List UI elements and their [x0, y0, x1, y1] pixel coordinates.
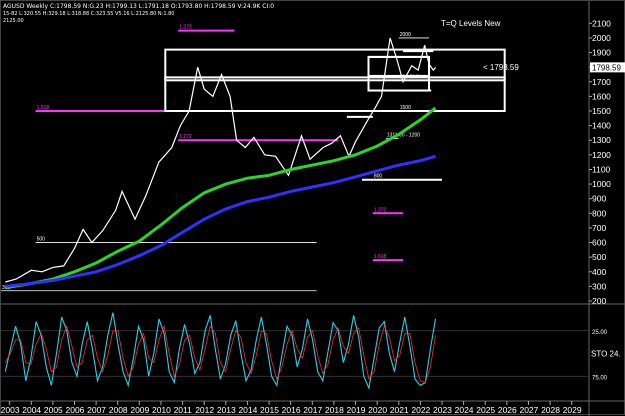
- x-tick-label: 2023: [433, 405, 452, 415]
- x-tick-label: 2014: [238, 405, 257, 415]
- series-line: [5, 37, 436, 283]
- y-tick-label: 800: [592, 208, 606, 218]
- level-label: 1.272: [374, 207, 387, 213]
- x-tick-label: 2018: [325, 405, 344, 415]
- y-tick-label: 1200: [592, 150, 611, 160]
- series-line: [5, 106, 437, 290]
- price-tag-text: 1798.59: [592, 63, 621, 72]
- osc-value-label: STO 24.: [591, 350, 621, 359]
- y-tick-label: 1100: [592, 164, 611, 174]
- x-tick-label: 2015: [260, 405, 279, 415]
- x-tick-label: 2007: [87, 405, 106, 415]
- y-tick-label: 1900: [592, 48, 611, 58]
- y-tick-label: 1000: [592, 179, 611, 189]
- chart-window: AGUSD Weekly C:1798.59 N:G.23 H:1799.13 …: [0, 0, 625, 416]
- y-tick-label: 1500: [592, 106, 611, 116]
- y-tick-label: 400: [592, 267, 606, 277]
- y-tick-label: 300: [592, 281, 606, 291]
- current-price-label: < 1798.59: [483, 63, 519, 72]
- x-tick-label: 2024: [455, 405, 474, 415]
- x-tick-label: 2029: [563, 405, 582, 415]
- y-tick-label: 2000: [592, 33, 611, 43]
- x-tick-label: 2010: [152, 405, 171, 415]
- y-tick-label: 500: [592, 252, 606, 262]
- osc-tick-label: 75.00: [592, 375, 608, 381]
- level-label: 2000: [400, 32, 411, 38]
- x-tick-label: 2012: [195, 405, 214, 415]
- chart-title: T=Q Levels New: [441, 19, 501, 28]
- level-box: [164, 76, 506, 82]
- y-tick-label: 200: [592, 296, 606, 306]
- y-tick-label: 1300: [592, 135, 611, 145]
- x-tick-label: 2006: [66, 405, 85, 415]
- grid-layer: [1, 1, 625, 416]
- y-tick-label: 1400: [592, 121, 611, 131]
- level-label: 1.272: [179, 25, 192, 31]
- x-tick-label: 2027: [519, 405, 538, 415]
- chart-svg: 1.2721.6181.2721.2721.6188001311.60 - 12…: [1, 1, 625, 416]
- x-tick-label: 2020: [368, 405, 387, 415]
- y-tick-label: 700: [592, 223, 606, 233]
- x-tick-label: 2017: [303, 405, 322, 415]
- x-tick-label: 2013: [217, 405, 236, 415]
- x-tick-label: 2004: [22, 405, 41, 415]
- osc-tick-label: 25.00: [592, 330, 608, 336]
- x-tick-label: 2005: [44, 405, 63, 415]
- x-tick-label: 2026: [498, 405, 517, 415]
- x-tick-label: 2003: [1, 405, 20, 415]
- y-tick-label: 1600: [592, 91, 611, 101]
- x-tick-label: 2022: [411, 405, 430, 415]
- x-tick-label: 2011: [174, 405, 193, 415]
- y-tick-label: 600: [592, 238, 606, 248]
- x-tick-label: 2019: [347, 405, 366, 415]
- y-tick-label: 2100: [592, 18, 611, 28]
- x-tick-label: 2025: [476, 405, 495, 415]
- level-label: 500: [37, 237, 46, 243]
- x-tick-label: 2016: [282, 405, 301, 415]
- level-label: 1.272: [179, 134, 192, 140]
- x-tick-label: 2008: [109, 405, 128, 415]
- level-label: 1.618: [374, 254, 387, 260]
- level-label: 1.618: [37, 105, 50, 111]
- y-tick-label: 1700: [592, 77, 611, 87]
- x-tick-label: 2028: [541, 405, 560, 415]
- x-tick-label: 2009: [130, 405, 149, 415]
- series-line: [5, 154, 436, 288]
- y-tick-label: 900: [592, 194, 606, 204]
- oscillator-layer: 25.00 75.00 STO 24.: [1, 312, 621, 391]
- x-tick-label: 2021: [390, 405, 409, 415]
